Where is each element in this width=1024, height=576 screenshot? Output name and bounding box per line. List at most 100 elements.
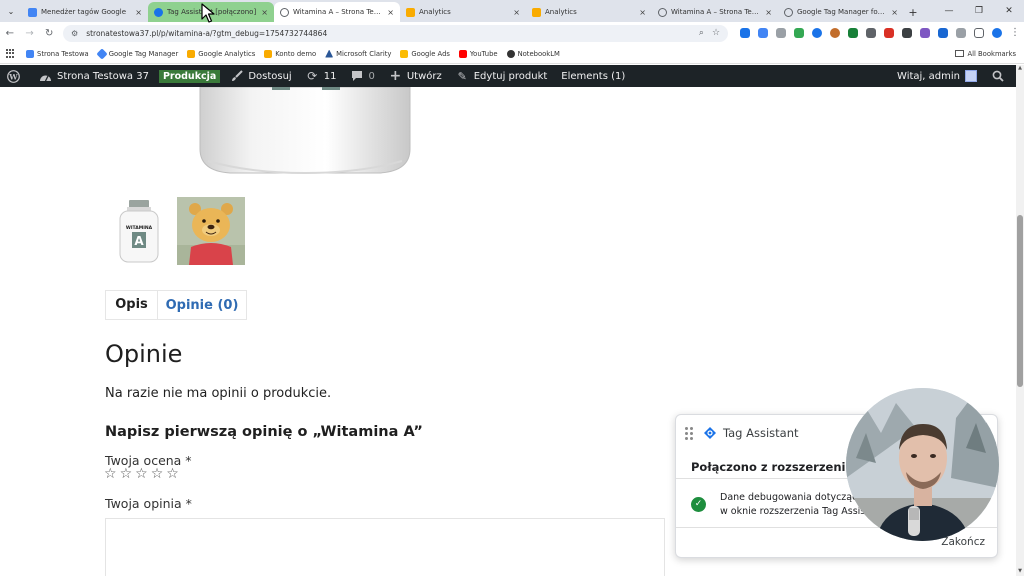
tab-witamina-active[interactable]: Witamina A – Strona Testowa 37 × [274, 2, 400, 22]
analytics-icon [264, 49, 273, 58]
drag-handle-icon[interactable] [685, 426, 693, 440]
review-textarea[interactable] [105, 518, 665, 576]
elements-menu[interactable]: Elements (1) [554, 65, 632, 87]
picker-extension-icon[interactable] [866, 28, 877, 38]
bookmark-item[interactable]: Google Ads [400, 49, 450, 58]
tab-search-chevron-icon[interactable]: ⌄ [0, 0, 22, 22]
globe-favicon-icon [280, 7, 289, 17]
drop-extension-icon[interactable] [812, 28, 823, 38]
close-icon[interactable]: × [765, 8, 772, 17]
scroll-thumb[interactable] [1017, 215, 1023, 387]
reviews-heading: Opinie [105, 340, 183, 368]
star-2-icon[interactable]: ☆ [120, 466, 134, 482]
bookmark-item[interactable]: Strona Testowa [26, 49, 89, 58]
zoom-icon[interactable]: ⌕ [699, 28, 704, 38]
tag-assistant-favicon-icon [154, 7, 163, 17]
minimize-icon[interactable]: — [934, 6, 964, 16]
leaf-extension-icon[interactable] [848, 28, 859, 38]
close-icon[interactable]: × [513, 8, 520, 17]
cloud-extension-icon[interactable] [956, 28, 967, 38]
close-icon[interactable]: × [387, 8, 394, 17]
pencil-icon: ✎ [457, 69, 467, 83]
environment-badge: Produkcja [156, 65, 223, 87]
product-main-image [199, 87, 411, 175]
customize-link[interactable]: Dostosuj [223, 65, 298, 87]
globe-favicon-icon [658, 7, 667, 17]
user-extension-icon[interactable] [794, 28, 805, 38]
tab-analytics-2[interactable]: Analytics × [526, 2, 652, 22]
home-dashboard-icon [39, 70, 52, 83]
my-account-menu[interactable]: Witaj, admin [890, 65, 984, 87]
tag-extension-icon[interactable] [758, 28, 769, 38]
bookmark-label: Google Analytics [198, 49, 256, 58]
menu-kebab-icon[interactable]: ⋮ [1010, 28, 1020, 38]
edit-product-link[interactable]: ✎ Edytuj produkt [449, 65, 555, 87]
tab-gtm[interactable]: Menedżer tagów Google × [22, 2, 148, 22]
analytics-favicon-icon [406, 7, 415, 17]
finish-button[interactable]: Zakończ [941, 536, 985, 548]
close-window-icon[interactable]: ✕ [994, 6, 1024, 16]
production-badge: Produkcja [158, 69, 221, 83]
scroll-up-arrow-icon[interactable]: ▲ [1016, 65, 1024, 73]
close-icon[interactable]: × [135, 8, 142, 17]
tab-gtm-wordpress[interactable]: Google Tag Manager for WordPress × [778, 2, 904, 22]
product-thumbnail-bottle[interactable]: WITAMINA A [105, 197, 173, 265]
page-scrollbar[interactable]: ▲ ▼ [1016, 65, 1024, 576]
new-content-menu[interactable]: + Utwórz [382, 65, 449, 87]
filter-extension-icon[interactable] [740, 28, 751, 38]
url-text[interactable]: stronatestowa37.pl/p/witamina-a/?gtm_deb… [86, 29, 691, 38]
bookmark-item[interactable]: Google Analytics [187, 49, 256, 58]
star-3-icon[interactable]: ☆ [135, 466, 149, 482]
star-4-icon[interactable]: ☆ [151, 466, 165, 482]
bookmark-star-icon[interactable]: ☆ [712, 28, 720, 38]
tab-strip: ⌄ Menedżer tagów Google × Tag Assistant … [0, 0, 1024, 22]
bookmark-item[interactable]: Microsoft Clarity [325, 49, 391, 58]
rating-stars: ☆ ☆ ☆ ☆ ☆ [104, 466, 182, 482]
all-bookmarks[interactable]: All Bookmarks [955, 50, 1016, 58]
reload-icon[interactable]: ↻ [39, 28, 59, 39]
red-extension-icon[interactable] [884, 28, 895, 38]
back-arrow-icon[interactable]: ← [0, 28, 20, 39]
forward-arrow-icon[interactable]: → [20, 28, 40, 39]
new-tab-button[interactable]: + [904, 2, 922, 22]
bookmark-item[interactable]: NotebookLM [506, 49, 560, 58]
bookmark-item[interactable]: Konto demo [264, 49, 316, 58]
tab-description[interactable]: Opis [106, 291, 158, 319]
star-1-icon[interactable]: ☆ [104, 466, 118, 482]
grid-extension-icon[interactable] [776, 28, 787, 38]
product-thumbnail-bear[interactable] [177, 197, 245, 265]
product-tabs: Opis Opinie (0) [105, 290, 247, 320]
bookmark-label: Google Ads [411, 49, 450, 58]
bookmark-item[interactable]: YouTube [458, 49, 498, 58]
admin-bar-right: Witaj, admin [890, 65, 1016, 87]
purple-extension-icon[interactable] [920, 28, 931, 38]
close-icon[interactable]: × [891, 8, 898, 17]
vitamin-bottle-image: WITAMINA A [119, 200, 159, 263]
search-extension-icon[interactable] [902, 28, 913, 38]
close-icon[interactable]: × [261, 8, 268, 17]
address-bar[interactable]: ⚙ stronatestowa37.pl/p/witamina-a/?gtm_d… [63, 24, 729, 42]
profile-avatar-icon[interactable] [992, 28, 1003, 38]
plus-icon: + [389, 68, 402, 84]
admin-search[interactable] [984, 65, 1016, 87]
tab-reviews[interactable]: Opinie (0) [158, 298, 246, 313]
updates-link[interactable]: ⟳ 11 [299, 65, 344, 87]
puzzle-extensions-icon[interactable] [974, 28, 985, 38]
avatar [965, 70, 977, 82]
cookie-extension-icon[interactable] [830, 28, 841, 38]
site-info-icon[interactable]: ⚙ [71, 29, 78, 38]
tab-witamina-2[interactable]: Witamina A – Strona Testowa 37 × [652, 2, 778, 22]
apps-grid-icon[interactable] [6, 48, 16, 59]
close-icon[interactable]: × [639, 8, 646, 17]
tab-analytics-1[interactable]: Analytics × [400, 2, 526, 22]
site-name-menu[interactable]: Strona Testowa 37 [32, 65, 156, 87]
scroll-down-arrow-icon[interactable]: ▼ [1016, 568, 1024, 576]
comments-link[interactable]: 0 [343, 65, 381, 87]
wp-logo-button[interactable]: W [0, 65, 32, 87]
bookmark-item[interactable]: Google Tag Manager [96, 47, 178, 60]
elements-label: Elements (1) [561, 70, 626, 82]
gtm-favicon-icon [28, 7, 37, 17]
star-5-icon[interactable]: ☆ [166, 466, 180, 482]
blue-extension-icon[interactable] [938, 28, 949, 38]
restore-icon[interactable]: ❐ [964, 6, 994, 16]
